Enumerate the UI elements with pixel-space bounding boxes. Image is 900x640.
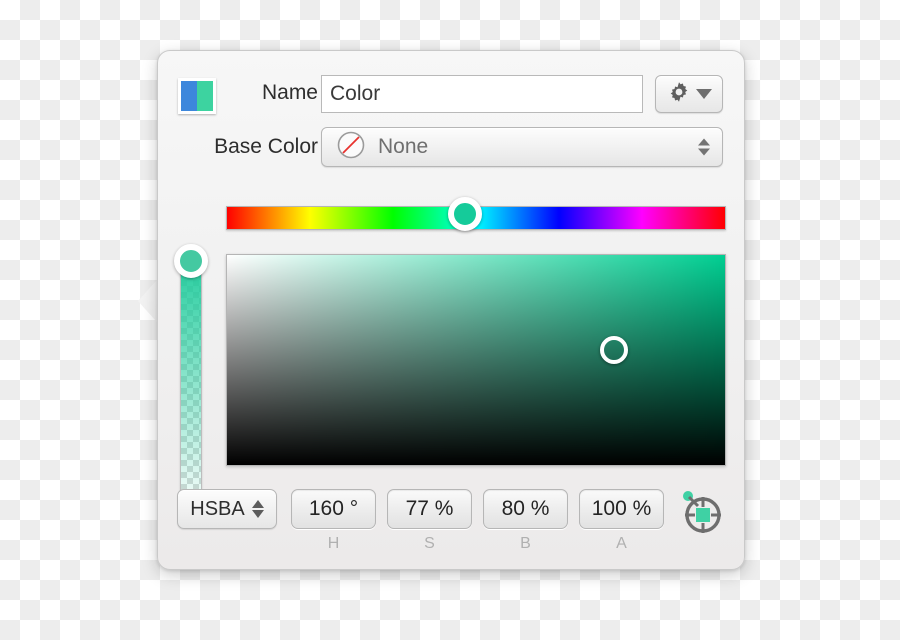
arrow-down-icon — [251, 510, 264, 518]
alpha-input[interactable]: 100 % — [579, 489, 664, 529]
saturation-value-group: 77 % S — [387, 489, 472, 553]
color-swatch[interactable] — [178, 78, 216, 114]
color-swatch-right — [197, 81, 213, 111]
hue-slider-knob[interactable] — [448, 197, 482, 231]
name-label: Name — [261, 81, 318, 104]
bottom-control-bar: HSBA 160 ° H 77 % S 80 % B 100 % A — [158, 483, 744, 563]
saturation-caption: S — [424, 535, 435, 552]
name-row: Name — [158, 73, 744, 115]
no-color-slash-icon — [336, 130, 366, 165]
alpha-value-group: 100 % A — [579, 489, 664, 553]
hue-value-group: 160 ° H — [291, 489, 376, 553]
saturation-brightness-knob[interactable] — [600, 336, 628, 364]
hue-input[interactable]: 160 ° — [291, 489, 376, 529]
target-eyedropper-icon[interactable] — [674, 485, 728, 539]
settings-menu-button[interactable] — [655, 75, 723, 113]
arrow-up-icon — [698, 138, 710, 146]
alpha-slider-knob[interactable] — [174, 244, 208, 278]
base-color-select[interactable]: None — [321, 127, 723, 167]
base-color-value: None — [378, 135, 429, 158]
color-model-stepper[interactable] — [251, 500, 264, 518]
name-input[interactable] — [321, 75, 643, 113]
color-model-label: HSBA — [190, 497, 245, 520]
gear-icon — [667, 80, 691, 109]
base-color-row: Base Color None — [158, 127, 744, 169]
chevron-down-icon — [695, 89, 712, 99]
saturation-brightness-field[interactable] — [226, 254, 726, 466]
base-color-label: Base Color — [214, 135, 318, 158]
alpha-slider[interactable] — [180, 249, 202, 517]
color-swatch-left — [181, 81, 197, 111]
brightness-input[interactable]: 80 % — [483, 489, 568, 529]
arrow-up-icon — [251, 500, 264, 508]
saturation-input[interactable]: 77 % — [387, 489, 472, 529]
arrow-down-icon — [698, 148, 710, 156]
brightness-caption: B — [520, 535, 531, 552]
color-model-select[interactable]: HSBA — [177, 489, 277, 529]
hue-caption: H — [327, 535, 340, 552]
color-picker-popover: Name Base Color None — [157, 50, 745, 570]
alpha-caption: A — [616, 535, 627, 552]
brightness-value-group: 80 % B — [483, 489, 568, 553]
base-color-stepper[interactable] — [698, 138, 710, 156]
